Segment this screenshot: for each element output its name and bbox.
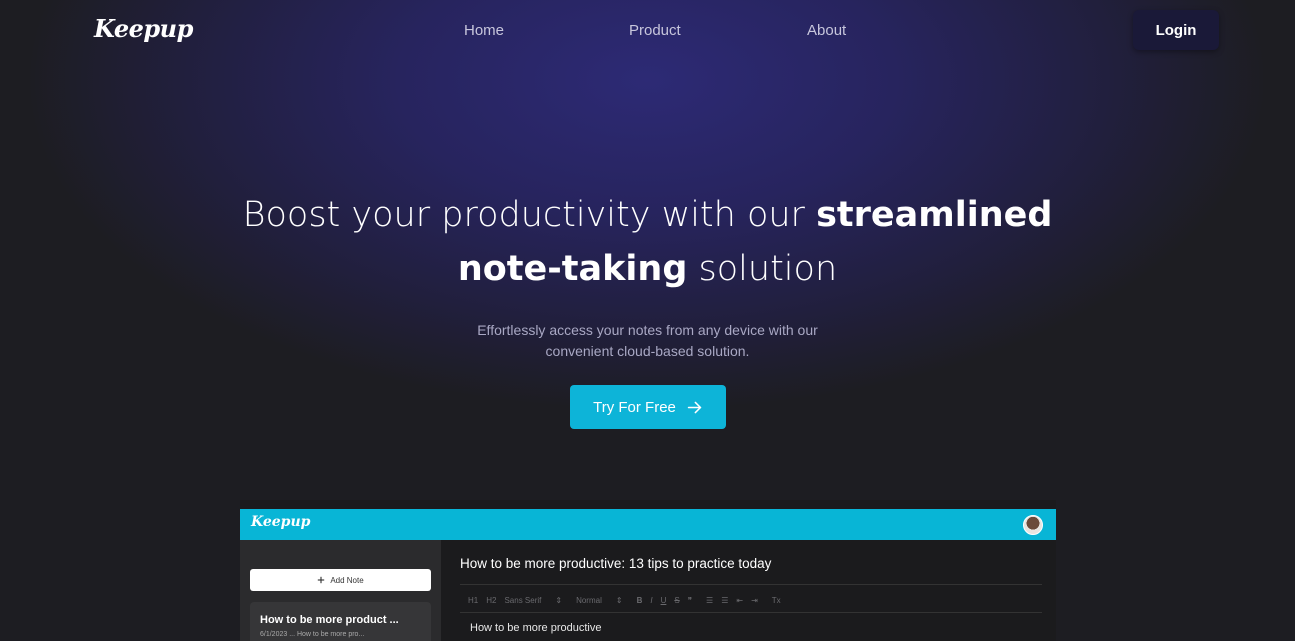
note-card: How to be more product ... 6/1/2023 ... … [250, 602, 431, 641]
nav-link-home[interactable]: Home [464, 22, 504, 39]
note-body: How to be more productive [470, 622, 602, 634]
italic-icon: I [650, 595, 653, 605]
ordered-list-icon: ☰ [706, 595, 714, 605]
subtext-line-1: Effortlessly access your notes from any … [477, 322, 818, 338]
hero-headline: Boost your productivity with our streaml… [200, 188, 1095, 296]
headline-text-1: Boost your productivity with our [242, 195, 817, 235]
add-note-button: Add Note [250, 569, 431, 591]
arrow-right-icon [687, 401, 702, 413]
size-select-arrow-icon: ⇕ [615, 595, 623, 605]
headline-strong-1: streamlined [816, 195, 1053, 235]
font-select: Sans Serif [504, 595, 542, 605]
add-note-label: Add Note [330, 575, 364, 585]
preview-frame-top [240, 500, 1056, 509]
preview-sidebar: Add Note How to be more product ... 6/1/… [240, 540, 441, 641]
app-preview: Keepup Add Note How to be more product .… [240, 500, 1056, 641]
nav-link-product[interactable]: Product [629, 22, 681, 39]
brand-logo[interactable]: Keepup [94, 14, 193, 43]
editor-toolbar: H1 H2 Sans Serif ⇕ Normal ⇕ B I U S ❞ ☰ … [468, 593, 789, 607]
note-card-title: How to be more product ... [260, 614, 399, 626]
preview-app-bar: Keepup [240, 509, 1056, 540]
headline-strong-2: note-taking [457, 249, 688, 289]
indent-icon: ⇥ [751, 595, 758, 605]
note-card-meta: 6/1/2023 ... How to be more pro... [260, 631, 365, 638]
nav-link-about[interactable]: About [807, 22, 846, 39]
strikethrough-icon: S [674, 595, 680, 605]
user-avatar [1023, 515, 1043, 535]
font-select-arrow-icon: ⇕ [555, 595, 563, 605]
top-nav: Keepup Home Product About Login [0, 0, 1295, 62]
plus-icon [318, 576, 325, 584]
cta-label: Try For Free [593, 398, 676, 416]
divider [460, 612, 1042, 613]
preview-editor: How to be more productive: 13 tips to pr… [441, 540, 1056, 641]
blockquote-icon: ❞ [687, 595, 693, 605]
subtext-line-2: convenient cloud-based solution. [545, 343, 750, 359]
try-for-free-button[interactable]: Try For Free [570, 385, 726, 429]
bold-icon: B [636, 595, 643, 605]
divider [460, 584, 1042, 585]
clear-format-icon: Tx [771, 595, 781, 605]
underline-icon: U [660, 595, 667, 605]
note-title: How to be more productive: 13 tips to pr… [460, 556, 772, 571]
hero-subtext: Effortlessly access your notes from any … [400, 320, 895, 362]
login-button[interactable]: Login [1133, 10, 1219, 50]
preview-brand-logo: Keepup [251, 514, 311, 530]
size-select: Normal [576, 595, 602, 605]
heading-2-icon: H2 [486, 595, 497, 605]
bullet-list-icon: ☰ [721, 595, 729, 605]
heading-1-icon: H1 [468, 595, 479, 605]
headline-text-2: solution [687, 249, 838, 289]
outdent-icon: ⇤ [736, 595, 744, 605]
